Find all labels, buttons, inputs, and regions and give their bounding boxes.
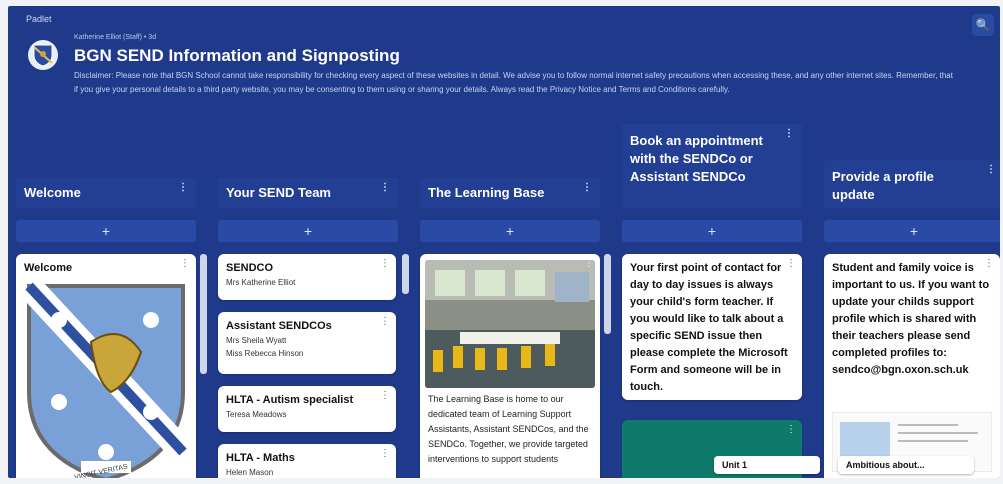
card-line: Helen Mason: [226, 468, 274, 477]
card-menu-icon[interactable]: ⋮: [786, 424, 796, 435]
card-menu-icon[interactable]: ⋮: [380, 448, 390, 459]
page-title: BGN SEND Information and Signposting: [74, 46, 400, 65]
disclaimer-text: Disclaimer: Please note that BGN School …: [74, 71, 953, 94]
card-line: Mrs Sheila Wyatt: [226, 336, 287, 345]
column-title: Your SEND Team: [226, 185, 331, 200]
school-crest-logo: [28, 40, 58, 70]
learning-base-card[interactable]: ⋮ The Learning Base is home to our dedic…: [420, 254, 600, 478]
profile-card[interactable]: Student and family voice is important to…: [824, 254, 1000, 478]
search-button[interactable]: 🔍: [972, 14, 994, 36]
post-author: Katherine Elliot (Staff) • 3d: [74, 34, 157, 41]
card-title: HLTA - Maths: [226, 452, 295, 464]
card-menu-icon[interactable]: ⋮: [380, 390, 390, 401]
column-header[interactable]: Welcome ⋮: [16, 178, 196, 208]
card-menu-icon[interactable]: ⋮: [984, 258, 994, 269]
column-title: Book an appointment with the SENDCo or A…: [630, 133, 763, 184]
column-menu-icon[interactable]: ⋮: [784, 128, 794, 139]
padlet-board: Padlet 🔍 Katherine Elliot (Staff) • 3d B…: [8, 6, 1000, 478]
column-scrollbar[interactable]: [200, 254, 207, 374]
card-menu-icon[interactable]: ⋮: [380, 316, 390, 327]
card-menu-icon[interactable]: ⋮: [786, 258, 796, 269]
card-line: Teresa Meadows: [226, 410, 287, 419]
padlet-brand[interactable]: Padlet: [26, 14, 52, 24]
add-post-button[interactable]: +: [420, 220, 600, 242]
card-line: Miss Rebecca Hinson: [226, 349, 304, 358]
unit-chip[interactable]: Unit 1: [714, 456, 820, 474]
card-line: Mrs Katherine Elliot: [226, 278, 296, 287]
column-title: Provide a profile update: [832, 169, 934, 202]
card-menu-icon[interactable]: ⋮: [180, 258, 190, 269]
unit-chip-label: Unit 1: [722, 460, 748, 470]
card-menu-icon[interactable]: ⋮: [380, 258, 390, 269]
column-header[interactable]: Book an appointment with the SENDCo or A…: [622, 124, 802, 208]
column-title: The Learning Base: [428, 185, 545, 200]
add-post-button[interactable]: +: [16, 220, 196, 242]
book-text: Your first point of contact for day to d…: [630, 262, 788, 393]
card-menu-icon[interactable]: ⋮: [584, 258, 594, 269]
card-title: Welcome: [24, 262, 73, 274]
card-title: SENDCO: [226, 262, 274, 274]
column-header[interactable]: Your SEND Team ⋮: [218, 178, 398, 208]
book-card[interactable]: Your first point of contact for day to d…: [622, 254, 802, 400]
column-scrollbar[interactable]: [402, 254, 409, 294]
add-post-button[interactable]: +: [218, 220, 398, 242]
add-post-button[interactable]: +: [622, 220, 802, 242]
team-card[interactable]: HLTA - Maths Helen Mason ⋮: [218, 444, 396, 478]
card-title: HLTA - Autism specialist: [226, 394, 354, 406]
search-icon: 🔍: [975, 18, 991, 32]
card-title: Assistant SENDCOs: [226, 320, 332, 332]
column-menu-icon[interactable]: ⋮: [986, 164, 996, 175]
learning-base-text: The Learning Base is home to our dedicat…: [428, 394, 589, 464]
column-menu-icon[interactable]: ⋮: [582, 182, 592, 193]
classroom-photo: [425, 260, 595, 388]
column-scrollbar[interactable]: [604, 254, 611, 334]
column-menu-icon[interactable]: ⋮: [380, 182, 390, 193]
ambitious-chip[interactable]: Ambitious about...: [838, 456, 974, 474]
column-title: Welcome: [24, 185, 81, 200]
ambitious-chip-label: Ambitious about...: [846, 460, 925, 470]
team-card[interactable]: Assistant SENDCOs Mrs Sheila Wyatt Miss …: [218, 312, 396, 374]
school-crest-image: [21, 282, 191, 478]
column-header[interactable]: The Learning Base ⋮: [420, 178, 600, 208]
profile-text: Student and family voice is important to…: [832, 262, 990, 376]
column-header[interactable]: Provide a profile update ⋮: [824, 160, 1000, 208]
column-menu-icon[interactable]: ⋮: [178, 182, 188, 193]
welcome-card[interactable]: Welcome ⋮ VINCIT VERITAS: [16, 254, 196, 478]
team-card[interactable]: SENDCO Mrs Katherine Elliot ⋮: [218, 254, 396, 300]
team-card[interactable]: HLTA - Autism specialist Teresa Meadows …: [218, 386, 396, 432]
add-post-button[interactable]: +: [824, 220, 1000, 242]
